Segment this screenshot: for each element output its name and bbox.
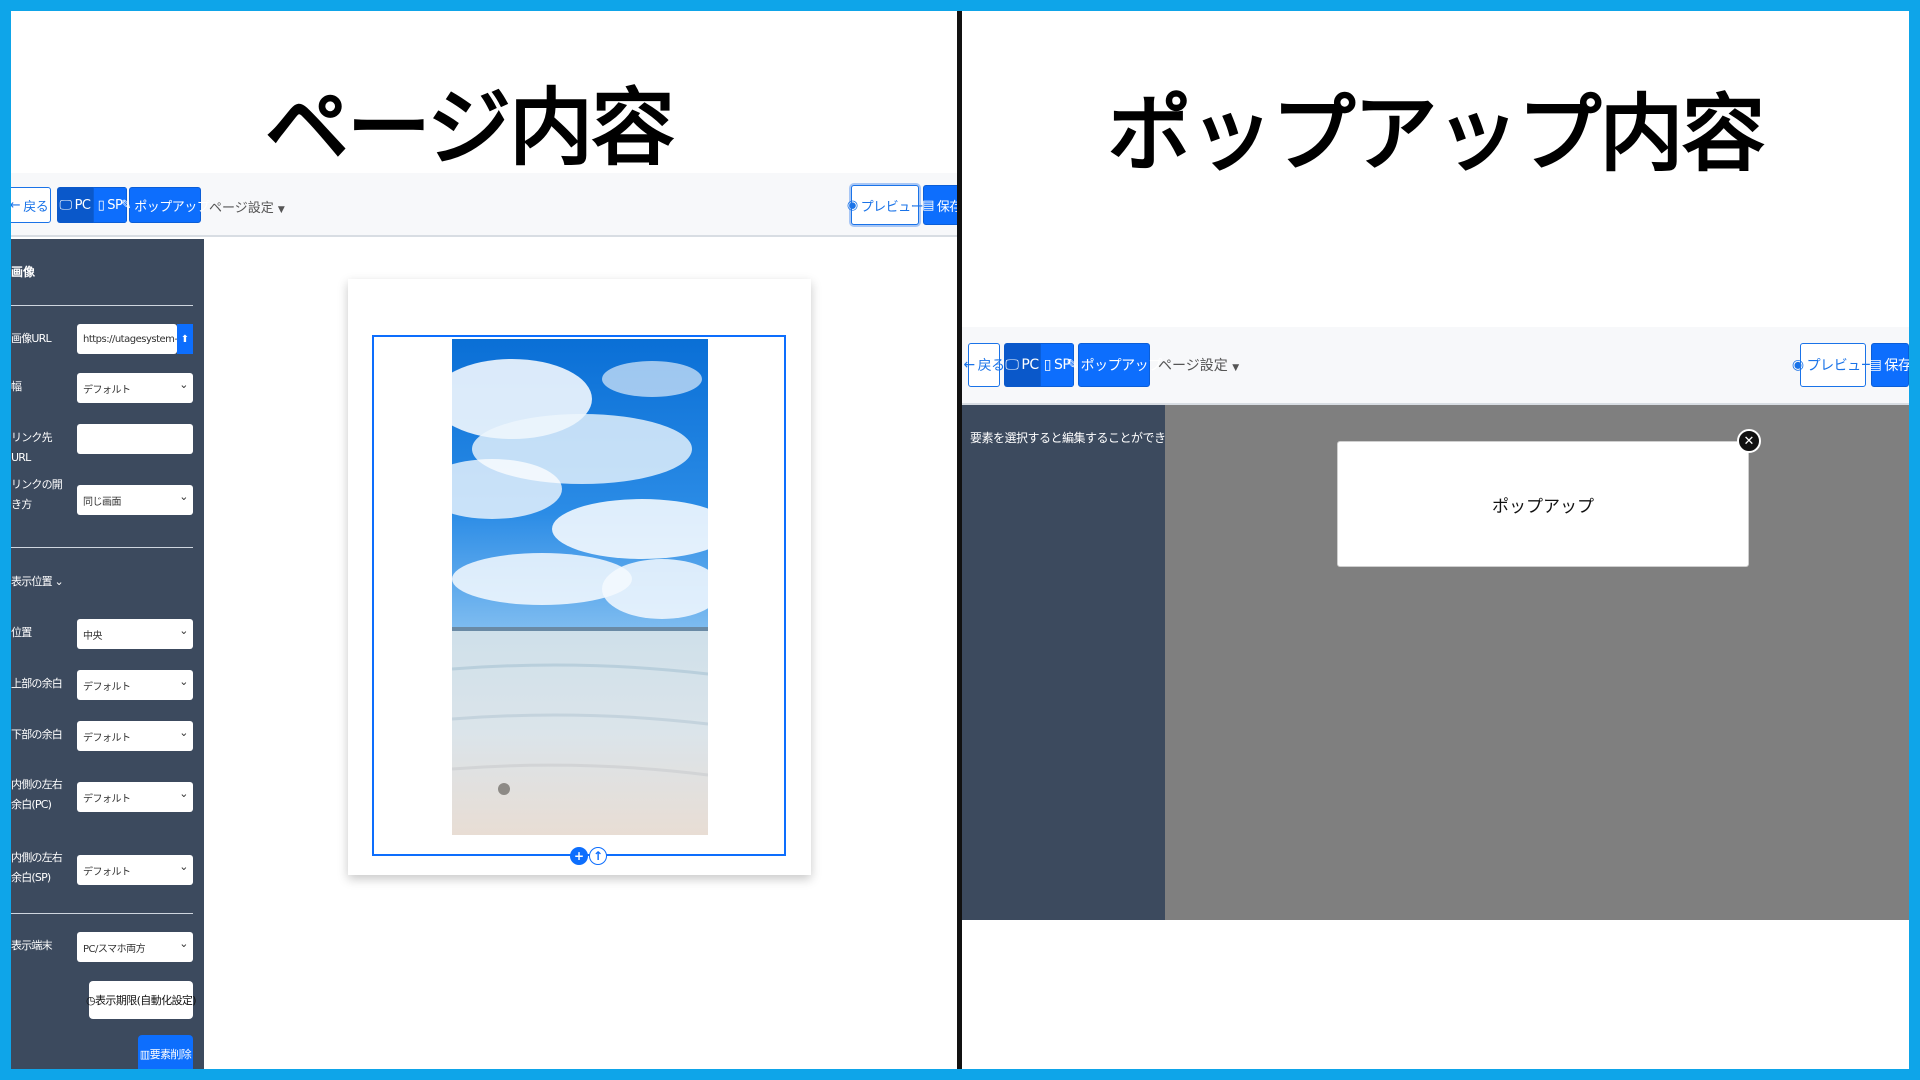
- pc-tab[interactable]: 🖵 PC: [57, 187, 93, 223]
- link-open-label: リンクの開き方: [11, 478, 63, 511]
- popup-button[interactable]: ✎ ポップアップ: [1066, 343, 1162, 387]
- top-margin-label: 上部の余白: [11, 677, 63, 690]
- settings-sidebar: 要素を選択すると編集することができます: [962, 405, 1189, 920]
- page-settings-dropdown[interactable]: ページ設定 ▼: [209, 197, 285, 216]
- image-url-label: 画像URL: [11, 332, 52, 345]
- arrow-left-icon: ←: [11, 197, 21, 213]
- popup-content-title: ポップアップ内容: [1107, 85, 1765, 183]
- arrow-left-icon: ←: [963, 357, 975, 373]
- inner-sp-select[interactable]: デフォルト: [77, 855, 193, 885]
- display-period-button[interactable]: ◷ 表示期限(自動化設定): [86, 981, 197, 1019]
- device-label: 表示端末: [11, 939, 53, 952]
- page-content-panel: ページ内容 ← 戻る 🖵 PC ▯ SP ✎ ポップアップ ページ設定 ▼ ◉ プレビュー: [11, 11, 957, 1069]
- trash-icon: ▥: [139, 1047, 150, 1061]
- bottom-margin-label: 下部の余白: [11, 728, 63, 741]
- device-select[interactable]: PC/スマホ両方: [77, 932, 193, 962]
- delete-element-button[interactable]: ▥ 要素削除: [138, 1035, 193, 1069]
- selection-hint: 要素を選択すると編集することができます: [970, 431, 1189, 445]
- editor-toolbar: ← 戻る 🖵 PC ▯ SP ✎ ポップアップ ページ設定 ▼ ◉ プレビュー ▤ 保存: [11, 173, 957, 237]
- inner-pc-label: 内側の左右余白(PC): [11, 778, 63, 811]
- save-button[interactable]: ▤ 保存: [922, 185, 957, 225]
- monitor-icon: 🖵: [59, 197, 73, 213]
- section-heading: 画像: [11, 265, 36, 279]
- save-icon: ▤: [1868, 357, 1882, 373]
- screenshot-frame: ページ内容 ← 戻る 🖵 PC ▯ SP ✎ ポップアップ ページ設定 ▼ ◉ プレビュー: [11, 11, 1909, 1069]
- link-open-select[interactable]: 同じ画面: [77, 485, 193, 515]
- save-button[interactable]: ▤ 保存: [1868, 343, 1909, 387]
- page-canvas: + ↑: [204, 239, 957, 1069]
- move-up-icon[interactable]: ↑: [589, 847, 607, 865]
- popup-text: ポップアップ: [1492, 496, 1594, 517]
- preview-button[interactable]: ◉ プレビュー: [847, 185, 924, 225]
- device-toggle: 🖵 PC ▯ SP: [1004, 343, 1074, 387]
- settings-sidebar: 画像 画像URL https://utagesystem-stg.s ⬆ 幅 デ…: [11, 239, 204, 1069]
- display-position-toggle[interactable]: 表示位置 ⌄: [11, 572, 91, 592]
- phone-icon: ▯: [97, 197, 105, 213]
- popup-canvas: ポップアップ ✕: [1165, 405, 1909, 920]
- popup-button[interactable]: ✎ ポップアップ: [121, 187, 210, 223]
- editor-toolbar: ← 戻る 🖵 PC ▯ SP ✎ ポップアップ ページ設定 ▼ ◉ プレビュー ▤ 保存: [962, 327, 1909, 405]
- width-label: 幅: [11, 380, 22, 393]
- width-select[interactable]: デフォルト: [77, 373, 193, 403]
- eye-icon: ◉: [846, 197, 858, 213]
- link-url-label: リンク先URL: [11, 431, 53, 464]
- divider: [11, 547, 193, 548]
- monitor-icon: 🖵: [1005, 357, 1019, 373]
- inner-sp-label: 内側の左右余白(SP): [11, 851, 63, 884]
- position-select[interactable]: 中央: [77, 619, 193, 649]
- page-content-title: ページ内容: [264, 79, 675, 177]
- back-button[interactable]: ← 戻る: [963, 343, 1005, 387]
- inner-pc-select[interactable]: デフォルト: [77, 782, 193, 812]
- eye-icon: ◉: [1791, 357, 1804, 373]
- phone-icon: ▯: [1043, 357, 1052, 373]
- caret-down-icon: ▼: [1232, 363, 1240, 373]
- edit-icon: ✎: [1066, 357, 1078, 373]
- preview-button[interactable]: ◉ プレビュー: [1792, 343, 1875, 387]
- divider: [11, 913, 193, 914]
- close-icon[interactable]: ✕: [1737, 429, 1761, 453]
- edit-icon: ✎: [120, 197, 132, 213]
- save-icon: ▤: [922, 197, 934, 213]
- popup-box[interactable]: ポップアップ: [1337, 441, 1749, 567]
- image-url-input[interactable]: https://utagesystem-stg.s: [77, 324, 177, 354]
- popup-content-panel: ポップアップ内容 ← 戻る 🖵 PC ▯ SP ✎ ポップアップ ページ設定 ▼ ◉ プレ…: [962, 11, 1909, 1069]
- beach-sky-image: [452, 339, 708, 835]
- caret-down-icon: ▼: [277, 205, 285, 215]
- link-url-input[interactable]: [77, 424, 193, 454]
- page-settings-dropdown[interactable]: ページ設定 ▼: [1158, 355, 1239, 375]
- position-label: 位置: [11, 626, 32, 639]
- pc-tab[interactable]: 🖵 PC: [1004, 343, 1040, 387]
- upload-icon[interactable]: ⬆: [177, 324, 193, 354]
- top-margin-select[interactable]: デフォルト: [77, 670, 193, 700]
- back-button[interactable]: ← 戻る: [11, 187, 51, 223]
- add-element-icon[interactable]: +: [570, 847, 588, 865]
- divider: [11, 305, 193, 306]
- bottom-margin-select[interactable]: デフォルト: [77, 721, 193, 751]
- chevron-down-icon: ⌄: [54, 575, 64, 588]
- clock-icon: ◷: [86, 993, 96, 1007]
- device-toggle: 🖵 PC ▯ SP: [57, 187, 127, 223]
